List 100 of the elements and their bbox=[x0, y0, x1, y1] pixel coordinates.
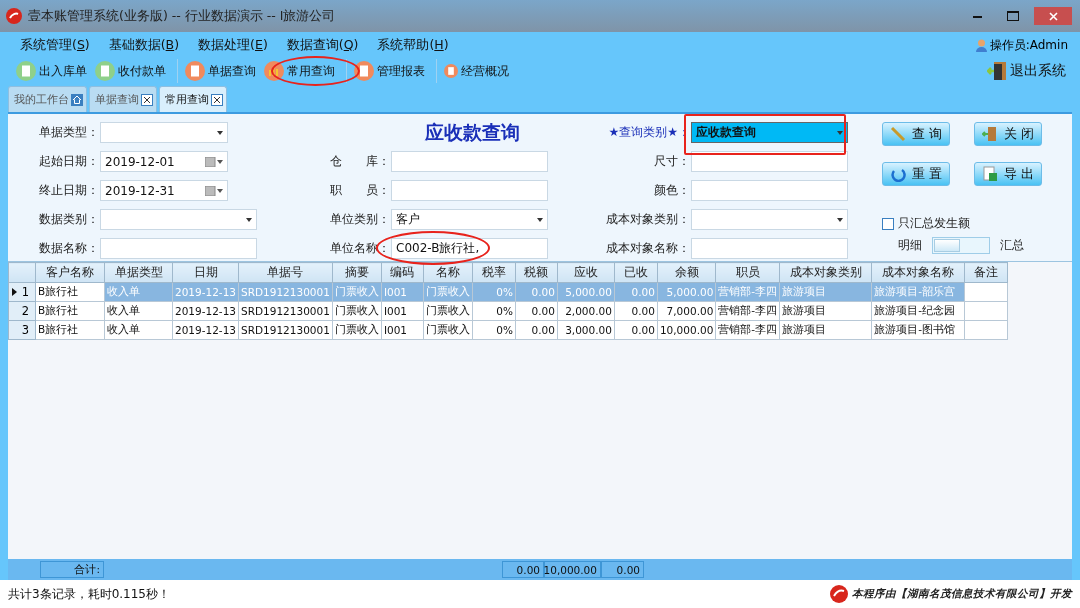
calendar-icon[interactable] bbox=[205, 185, 223, 196]
column-header[interactable]: 成本对象名称 bbox=[871, 262, 965, 283]
toolbar-button[interactable]: 单据查询 bbox=[177, 59, 258, 83]
calendar-icon[interactable] bbox=[205, 156, 223, 167]
toggle-label: 明细 bbox=[898, 238, 922, 253]
tab[interactable]: 常用查询 bbox=[159, 86, 227, 112]
menu-item[interactable]: 数据处理(E) bbox=[198, 36, 268, 54]
date-field[interactable]: 2019-12-31 bbox=[100, 180, 228, 201]
dropdown-caret-icon[interactable] bbox=[246, 217, 252, 222]
input-field[interactable] bbox=[391, 180, 548, 201]
toolbar-button[interactable]: 收付款单 bbox=[93, 59, 168, 83]
input-field[interactable] bbox=[391, 151, 548, 172]
home-icon[interactable] bbox=[71, 93, 83, 106]
current-row-icon bbox=[12, 288, 17, 296]
tab[interactable]: 单据查询 bbox=[89, 86, 157, 112]
operator-label: 操作员:Admin bbox=[975, 36, 1068, 54]
checkbox-label[interactable]: 只汇总发生额 bbox=[882, 216, 1072, 231]
field-label: 终止日期： bbox=[39, 182, 99, 199]
column-header[interactable]: 日期 bbox=[172, 262, 239, 283]
totals-label: 合计: bbox=[40, 561, 104, 578]
pencil-icon bbox=[890, 126, 906, 142]
column-header[interactable]: 摘要 bbox=[332, 262, 382, 283]
menu-item[interactable]: 数据查询(Q) bbox=[286, 36, 359, 54]
column-header[interactable]: 名称 bbox=[423, 262, 473, 283]
dropdown-field[interactable]: 应收款查询 bbox=[691, 122, 848, 143]
column-header[interactable]: 税额 bbox=[515, 262, 558, 283]
field-label: 职 员： bbox=[330, 182, 390, 199]
toolbar-button[interactable]: 管理报表 bbox=[346, 59, 427, 83]
field-label: 成本对象名称： bbox=[606, 240, 690, 257]
column-header[interactable]: 编码 bbox=[381, 262, 424, 283]
column-header[interactable]: 单据号 bbox=[238, 262, 333, 283]
developer-credit: 本程序由【湖南名茂信息技术有限公司】开发 bbox=[852, 587, 1072, 601]
input-field[interactable] bbox=[691, 180, 848, 201]
checkbox[interactable] bbox=[882, 217, 894, 230]
input-field[interactable] bbox=[100, 238, 257, 259]
tab[interactable]: 我的工作台 bbox=[8, 86, 87, 112]
column-header[interactable]: 客户名称 bbox=[35, 262, 105, 283]
toolbar-button[interactable]: 经营概况 bbox=[436, 59, 511, 83]
field-label: 成本对象类别： bbox=[606, 211, 690, 228]
input-field[interactable] bbox=[691, 238, 848, 259]
bar-chart-icon bbox=[264, 61, 284, 81]
action-button[interactable]: 导 出 bbox=[974, 162, 1042, 186]
field-label: 单位类别： bbox=[330, 211, 390, 228]
column-header[interactable]: 成本对象类别 bbox=[779, 262, 872, 283]
dropdown-field[interactable] bbox=[691, 209, 848, 230]
field-label: 单位名称： bbox=[330, 240, 390, 257]
menu-item[interactable]: 基础数据(B) bbox=[108, 36, 180, 54]
field-label: ★查询类别★： bbox=[608, 124, 690, 141]
column-header[interactable]: 已收 bbox=[614, 262, 658, 283]
column-header[interactable]: 职员 bbox=[715, 262, 780, 283]
dropdown-caret-icon[interactable] bbox=[837, 130, 843, 135]
maximize-icon bbox=[1007, 11, 1019, 21]
input-field[interactable] bbox=[691, 151, 848, 172]
close-tab-icon[interactable] bbox=[141, 93, 153, 106]
dropdown-caret-icon[interactable] bbox=[837, 217, 843, 222]
column-header[interactable]: 单据类型 bbox=[104, 262, 173, 283]
total-value: 0.00 bbox=[502, 561, 544, 578]
app-logo-icon bbox=[6, 8, 22, 24]
dropdown-field[interactable]: 客户 bbox=[391, 209, 548, 230]
toolbar-button[interactable]: 常用查询 bbox=[262, 59, 337, 83]
corner-header bbox=[8, 262, 36, 283]
dropdown-field[interactable] bbox=[100, 122, 228, 143]
close-tab-icon[interactable] bbox=[211, 93, 223, 106]
action-button[interactable]: 关 闭 bbox=[974, 122, 1042, 146]
door-icon bbox=[982, 126, 998, 142]
column-header[interactable]: 应收 bbox=[557, 262, 615, 283]
close-icon bbox=[1048, 11, 1058, 21]
menu-item[interactable]: 系统帮助(H) bbox=[377, 36, 449, 54]
door-icon bbox=[987, 61, 1007, 81]
field-label: 数据名称： bbox=[39, 240, 99, 257]
toggle-label: 汇总 bbox=[1000, 238, 1024, 253]
toolbar-button[interactable]: 出入库单 bbox=[14, 59, 89, 83]
action-button[interactable]: 重 置 bbox=[882, 162, 950, 186]
dropdown-caret-icon[interactable] bbox=[537, 217, 543, 222]
close-button[interactable] bbox=[1034, 7, 1072, 25]
field-label: 单据类型： bbox=[39, 124, 99, 141]
exit-button[interactable]: 退出系统 bbox=[985, 59, 1068, 83]
form-title: 应收款查询 bbox=[425, 119, 520, 145]
column-header[interactable]: 备注 bbox=[964, 262, 1008, 283]
input-field[interactable]: C002-B旅行社, bbox=[391, 238, 548, 259]
total-value: 0.00 bbox=[601, 561, 644, 578]
dropdown-field[interactable] bbox=[100, 209, 257, 230]
spreadsheet-icon bbox=[982, 166, 998, 182]
field-label: 起始日期： bbox=[39, 153, 99, 170]
menu-item[interactable]: 系统管理(S) bbox=[20, 36, 90, 54]
minimize-icon bbox=[972, 14, 982, 18]
user-icon bbox=[975, 38, 987, 52]
toggle-switch[interactable] bbox=[932, 237, 990, 254]
dropdown-caret-icon[interactable] bbox=[217, 130, 223, 135]
action-button[interactable]: 查 询 bbox=[882, 122, 950, 146]
total-value: 10,000.00 bbox=[544, 561, 601, 578]
form-icon bbox=[16, 61, 36, 81]
date-field[interactable]: 2019-12-01 bbox=[100, 151, 228, 172]
column-header[interactable]: 余额 bbox=[657, 262, 716, 283]
field-label: 尺寸： bbox=[654, 153, 690, 170]
company-logo-icon bbox=[830, 585, 848, 603]
column-header[interactable]: 税率 bbox=[472, 262, 516, 283]
field-label: 仓 库： bbox=[330, 153, 390, 170]
refresh-icon bbox=[890, 166, 906, 182]
document-icon bbox=[185, 61, 205, 81]
